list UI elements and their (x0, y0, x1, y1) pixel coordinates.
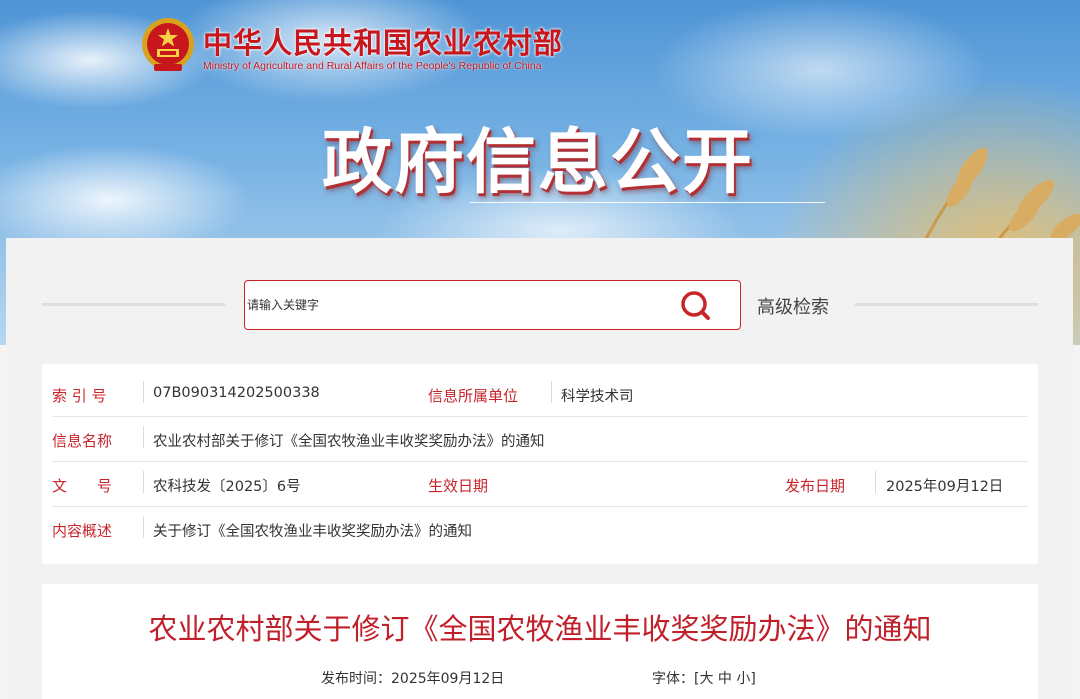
title-divider (470, 202, 825, 203)
font-size-bracket: ] (750, 671, 756, 687)
pubdate-value: 2025年09月12日 (886, 479, 1004, 495)
section-title: 政府信息公开 (322, 121, 754, 203)
separator (551, 381, 552, 403)
publish-time-label: 发布时间： (321, 671, 391, 687)
meta-row-index: 索 引 号 07B090314202500338 信息所属单位 科学技术司 (52, 372, 1028, 417)
ministry-name-cn: 中华人民共和国农业农村部 (203, 26, 564, 60)
docno-label: 文 号 (52, 477, 113, 495)
search-icon (681, 291, 710, 320)
font-size-small[interactable]: 小 (736, 671, 750, 687)
publish-time: 发布时间：2025年09月12日 (321, 668, 504, 688)
search-button[interactable] (677, 288, 717, 324)
font-size-label: 字体：[ (652, 671, 700, 687)
search-input[interactable] (247, 290, 667, 320)
pubdate-label: 发布日期 (785, 477, 846, 495)
summary-label: 内容概述 (52, 522, 113, 540)
article-card: 农业农村部关于修订《全国农牧渔业丰收奖奖励办法》的通知 发布时间：2025年09… (42, 584, 1038, 699)
meta-row-docno: 文 号 农科技发〔2025〕6号 生效日期 发布日期 2025年09月12日 (52, 462, 1028, 507)
decor-line-left (42, 303, 225, 306)
separator (875, 471, 876, 493)
index-label: 索 引 号 (52, 387, 107, 405)
summary-value: 关于修订《全国农牧渔业丰收奖奖励办法》的通知 (153, 524, 472, 540)
font-size-medium[interactable]: 中 (718, 671, 732, 687)
content-panel: 高级检索 索 引 号 07B090314202500338 信息所属单位 科学技… (6, 238, 1073, 699)
unit-label: 信息所属单位 (428, 387, 519, 405)
effective-date-label: 生效日期 (428, 477, 489, 495)
ministry-name-en: Ministry of Agriculture and Rural Affair… (203, 60, 542, 72)
meta-row-summary: 内容概述 关于修订《全国农牧渔业丰收奖奖励办法》的通知 (52, 507, 1028, 552)
national-emblem-icon (142, 18, 194, 71)
font-size-control: 字体：[大 中 小] (652, 668, 756, 688)
search-box (244, 280, 741, 330)
docno-value: 农科技发〔2025〕6号 (153, 479, 301, 495)
separator (143, 381, 144, 403)
advanced-search-link[interactable]: 高级检索 (757, 293, 829, 319)
separator (143, 471, 144, 493)
separator (143, 426, 144, 448)
decor-line-right (855, 303, 1038, 306)
article-title: 农业农村部关于修订《全国农牧渔业丰收奖奖励办法》的通知 (148, 612, 932, 646)
name-label: 信息名称 (52, 432, 113, 450)
publish-time-value: 2025年09月12日 (391, 671, 505, 687)
separator (143, 516, 144, 538)
name-value: 农业农村部关于修订《全国农牧渔业丰收奖奖励办法》的通知 (153, 434, 545, 450)
unit-value: 科学技术司 (561, 389, 634, 405)
metadata-table: 索 引 号 07B090314202500338 信息所属单位 科学技术司 信息… (42, 364, 1038, 564)
meta-row-name: 信息名称 农业农村部关于修订《全国农牧渔业丰收奖奖励办法》的通知 (52, 417, 1028, 462)
font-size-large[interactable]: 大 (699, 671, 713, 687)
index-value: 07B090314202500338 (153, 385, 320, 401)
search-bar: 高级检索 (6, 238, 1073, 358)
